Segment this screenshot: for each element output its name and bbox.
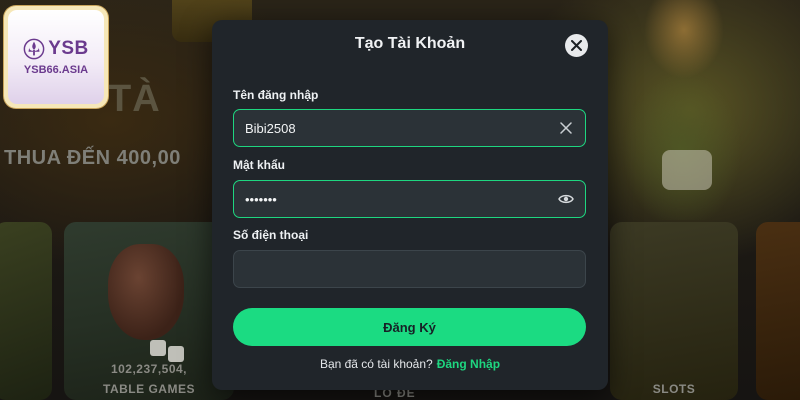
dice-image <box>662 150 712 190</box>
username-field[interactable] <box>233 109 586 147</box>
card-label: SLOTS <box>652 382 696 396</box>
vase-image <box>108 244 184 340</box>
dice-image <box>168 346 184 362</box>
site-logo[interactable]: YSB YSB66.ASIA <box>4 6 108 108</box>
game-card-slots[interactable]: SLOTS <box>610 222 738 400</box>
password-input[interactable] <box>245 181 545 217</box>
clear-x-icon[interactable] <box>558 120 574 136</box>
phone-field[interactable] <box>233 250 586 288</box>
card-label: TABLE GAMES <box>103 382 195 396</box>
logo-row: YSB <box>23 38 89 60</box>
dice-image <box>150 340 166 356</box>
logo-brand-text: YSB <box>48 38 89 59</box>
username-label: Tên đăng nhập <box>233 88 319 102</box>
logo-domain-text: YSB66.ASIA <box>23 64 89 76</box>
login-prompt-text: Bạn đã có tài khoản? <box>319 357 433 371</box>
close-button[interactable] <box>565 34 588 57</box>
game-card-left[interactable] <box>0 222 52 400</box>
password-field[interactable] <box>233 180 586 218</box>
register-modal: Tạo Tài Khoản Tên đăng nhập Mật khẩu Số … <box>212 20 608 390</box>
login-prompt: Bạn đã có tài khoản? Đăng Nhập <box>212 357 608 371</box>
username-input[interactable] <box>245 110 545 146</box>
game-card-right[interactable] <box>756 222 800 400</box>
close-icon <box>571 40 582 51</box>
hero-promo-text: THUA ĐẾN 400,00 <box>4 147 181 169</box>
modal-title: Tạo Tài Khoản <box>354 35 466 52</box>
phone-label: Số điện thoại <box>233 228 309 242</box>
password-label: Mật khẩu <box>233 158 286 172</box>
phone-input[interactable] <box>245 251 545 287</box>
hero-heading: TÀ <box>108 78 161 120</box>
jackpot-counter: 102,237,504, <box>110 362 188 376</box>
login-link[interactable]: Đăng Nhập <box>437 357 500 371</box>
logo-inner: YSB YSB66.ASIA <box>8 10 104 104</box>
fleur-de-lis-icon <box>23 38 45 60</box>
game-card-table-games[interactable]: 102,237,504, TABLE GAMES <box>64 222 234 400</box>
register-button[interactable]: Đăng Ký <box>233 308 586 346</box>
eye-icon[interactable] <box>558 191 574 207</box>
